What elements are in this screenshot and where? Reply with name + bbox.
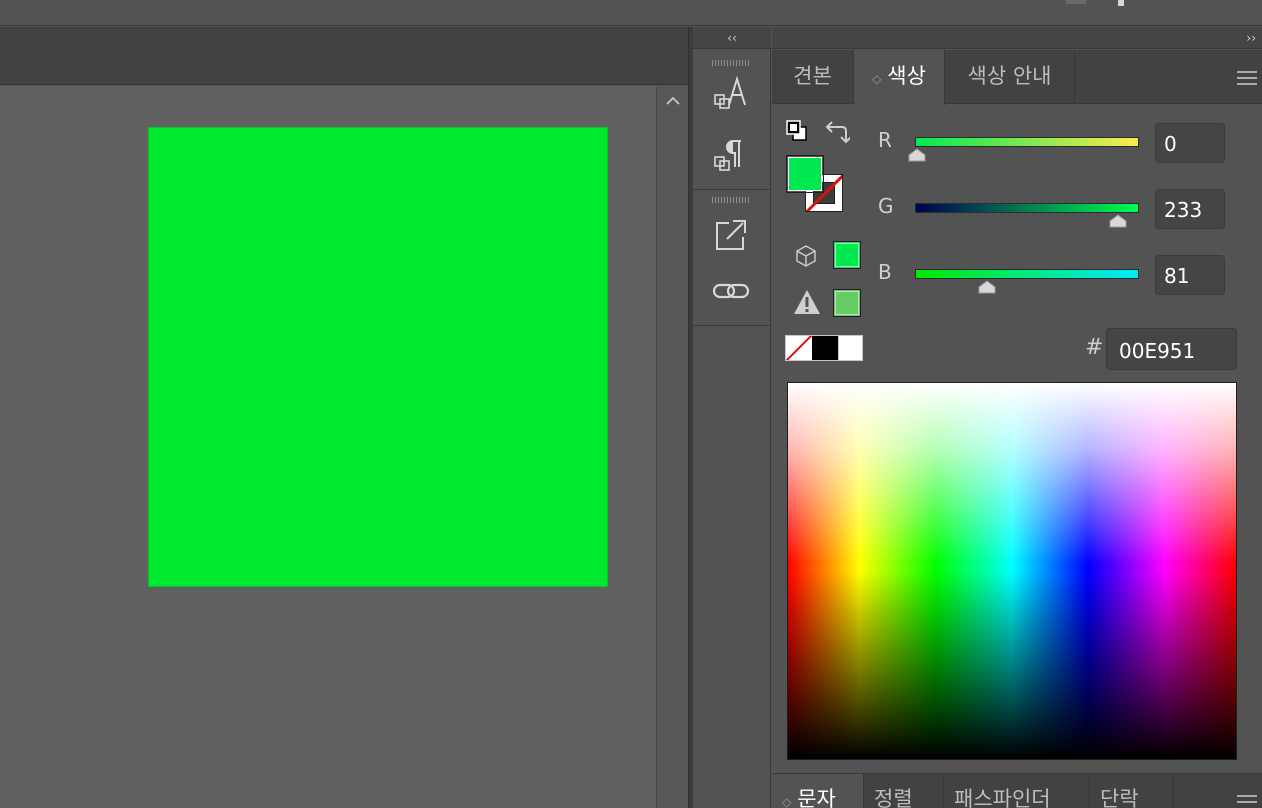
top-bar-indicator <box>1066 0 1086 4</box>
b-slider-thumb[interactable] <box>978 280 996 294</box>
tab-label: 정렬 <box>874 787 913 808</box>
tab-pathfinder[interactable]: 패스파인더 <box>944 774 1090 808</box>
tab-reorder-icon: ◇ <box>782 795 792 808</box>
g-value-input[interactable]: 233 <box>1155 189 1225 229</box>
tab-label: 단락 <box>1100 787 1139 808</box>
warning-icon[interactable] <box>792 288 822 316</box>
tab-color[interactable]: ◇ 색상 <box>854 50 945 105</box>
none-swatch[interactable] <box>786 336 812 360</box>
slider-label-b: B <box>878 260 892 284</box>
top-bar <box>0 0 1262 26</box>
black-swatch[interactable] <box>812 336 838 360</box>
app-window: ‹‹ ›› 견본 ◇ 색상 색상 안내 R 0 G 233 B 81 # 00E… <box>0 0 1262 808</box>
tab-label: 색상 <box>887 64 926 88</box>
links-icon[interactable] <box>711 271 751 311</box>
hex-input[interactable]: 00E951 <box>1106 328 1237 370</box>
green-rectangle-shape[interactable] <box>148 127 608 587</box>
tab-swatches[interactable]: 견본 <box>772 50 854 104</box>
slider-label-g: G <box>878 194 894 218</box>
icon-dock: ‹‹ <box>693 27 771 808</box>
b-value-input[interactable]: 81 <box>1155 255 1225 295</box>
tab-paragraph[interactable]: 단락 <box>1090 774 1174 808</box>
tab-align[interactable]: 정렬 <box>864 774 944 808</box>
panel-menu-icon[interactable] <box>1236 794 1258 808</box>
fill-swatch[interactable] <box>786 155 824 193</box>
dock-separator <box>693 325 771 326</box>
dock-separator <box>693 189 771 190</box>
swap-colors-icon[interactable] <box>824 119 850 145</box>
g-slider-track[interactable] <box>915 203 1139 213</box>
quick-swatches <box>785 335 863 361</box>
tab-label: 패스파인더 <box>954 787 1051 808</box>
tab-reorder-icon: ◇ <box>872 72 882 86</box>
b-slider-track[interactable] <box>915 269 1139 279</box>
tab-label: 색상 안내 <box>967 64 1052 88</box>
default-colors-icon[interactable] <box>785 119 809 143</box>
dock-grip[interactable] <box>712 60 750 66</box>
document-header <box>0 27 690 85</box>
export-icon[interactable] <box>711 215 751 255</box>
r-value-input[interactable]: 0 <box>1155 123 1225 163</box>
panel-menu-icon[interactable] <box>1236 70 1258 86</box>
g-slider-thumb[interactable] <box>1109 214 1127 228</box>
tab-color-guide[interactable]: 색상 안내 <box>945 50 1075 104</box>
bottom-panel-tabs: ◇ 문자 정렬 패스파인더 단락 <box>772 773 1262 808</box>
top-bar-handle[interactable] <box>1118 0 1124 6</box>
spectrum-black-layer <box>788 383 1236 759</box>
tab-character[interactable]: ◇ 문자 <box>772 774 864 808</box>
tab-label: 문자 <box>797 787 836 808</box>
paragraph-styles-icon[interactable] <box>711 135 751 175</box>
web-safe-color-swatch[interactable] <box>833 241 861 269</box>
hex-label: # <box>1085 335 1104 360</box>
character-styles-icon[interactable] <box>711 75 751 115</box>
panel-header-bar: ›› <box>772 27 1262 49</box>
expand-panels-button[interactable]: ›› <box>1246 27 1256 49</box>
cube-icon[interactable] <box>794 244 818 268</box>
vertical-scrollbar[interactable] <box>656 86 688 808</box>
color-panel-tabs: 견본 ◇ 색상 색상 안내 <box>772 50 1262 105</box>
r-slider-thumb[interactable] <box>908 148 926 162</box>
collapse-dock-button[interactable]: ‹‹ <box>693 27 771 49</box>
chevron-up-icon[interactable] <box>665 94 681 108</box>
slider-label-r: R <box>878 128 892 152</box>
white-swatch[interactable] <box>838 336 862 360</box>
dock-grip[interactable] <box>712 197 750 203</box>
color-spectrum[interactable] <box>787 382 1237 760</box>
r-slider-track[interactable] <box>915 137 1139 147</box>
color-panel: R 0 G 233 B 81 # 00E951 <box>772 105 1262 773</box>
out-of-gamut-swatch[interactable] <box>833 289 861 317</box>
tab-label: 견본 <box>793 64 832 88</box>
